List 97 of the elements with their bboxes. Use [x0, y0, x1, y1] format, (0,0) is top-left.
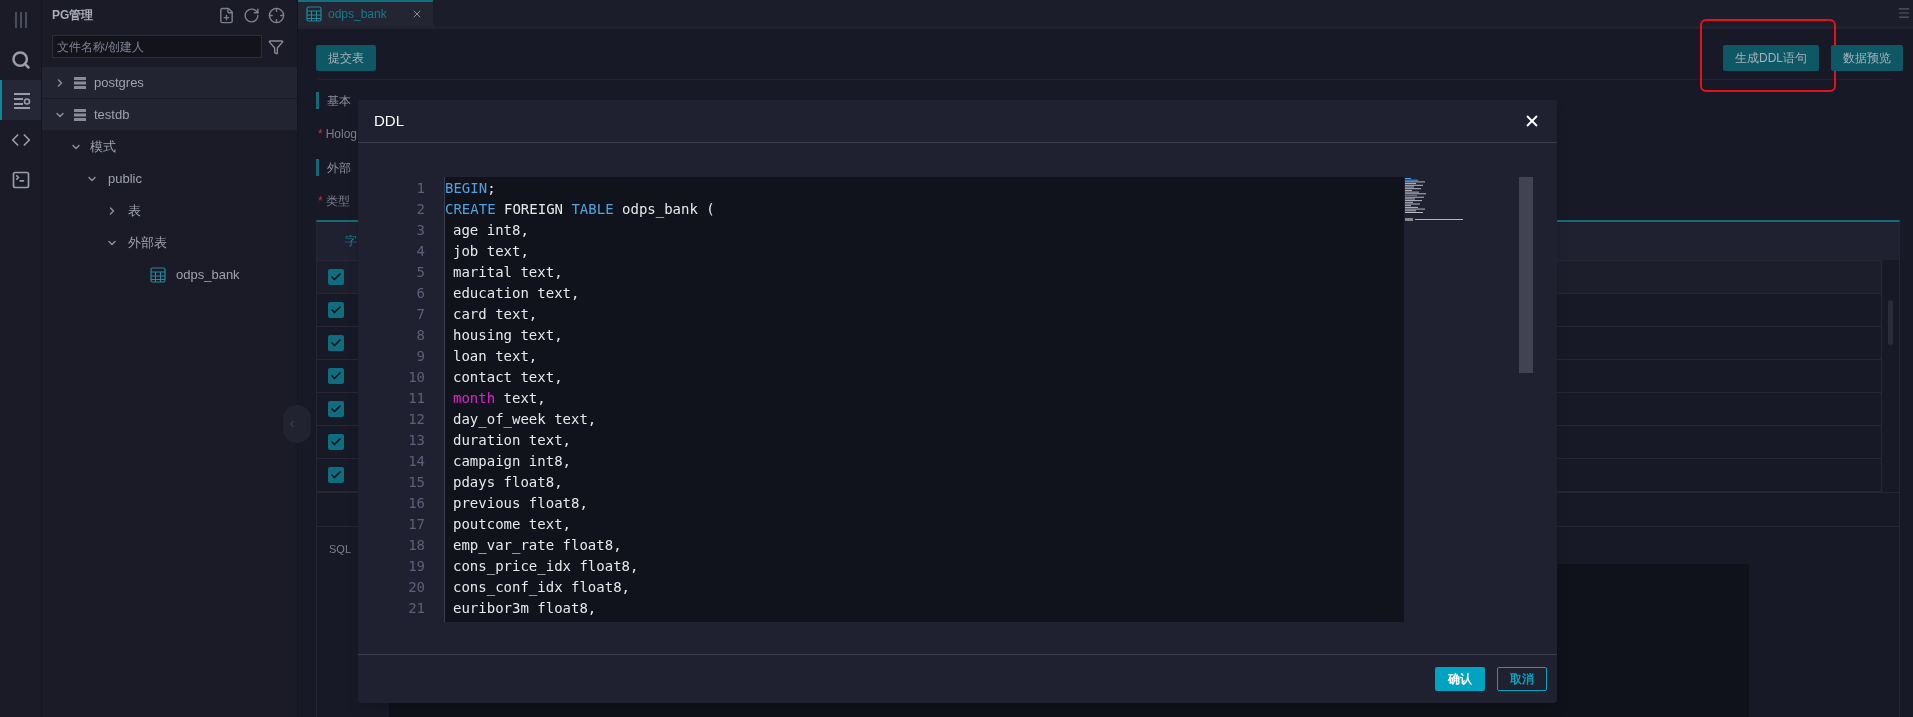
required-mark: *	[318, 126, 323, 143]
check-icon	[330, 370, 342, 382]
section-marker	[316, 92, 319, 109]
line-number: 17	[408, 515, 425, 534]
line-number: 1	[416, 179, 425, 198]
code-line: poutcome text,	[453, 515, 571, 534]
activity-item[interactable]	[0, 80, 41, 120]
refresh-icon[interactable]	[243, 6, 260, 24]
check-icon	[330, 469, 342, 481]
line-number: 18	[408, 536, 425, 555]
section-title: 外部	[327, 159, 351, 177]
code-line: month text,	[453, 389, 546, 408]
check-icon	[330, 271, 342, 283]
checkbox[interactable]	[328, 368, 344, 384]
search-icon[interactable]	[10, 50, 31, 70]
check-icon	[330, 436, 342, 448]
code-line: pdays float8,	[453, 473, 563, 492]
line-number: 16	[408, 494, 425, 513]
tree-item[interactable]: testdb	[42, 99, 297, 131]
code-line: euribor3m float8,	[453, 599, 597, 618]
line-number: 12	[408, 410, 425, 429]
table-tab[interactable]: 字	[345, 232, 357, 250]
line-number: 6	[416, 284, 425, 303]
line-number: 11	[408, 389, 425, 408]
toolbar-button[interactable]: 生成DDL语句	[1723, 45, 1819, 71]
checkbox[interactable]	[328, 401, 344, 417]
line-number: 8	[416, 326, 425, 345]
terminal-icon[interactable]	[10, 170, 31, 190]
tree-item[interactable]: postgres	[42, 67, 297, 99]
checkbox[interactable]	[328, 269, 344, 285]
line-number: 4	[416, 242, 425, 261]
code-line: duration text,	[453, 431, 571, 450]
checkbox[interactable]	[328, 467, 344, 483]
collapse-handle[interactable]	[283, 405, 311, 443]
line-number: 14	[408, 452, 425, 471]
code-line: cons_conf_idx float8,	[453, 578, 630, 598]
code-line: job text,	[453, 242, 529, 261]
line-number: 9	[416, 347, 425, 366]
code-line: marital text,	[453, 263, 563, 282]
filter-icon[interactable]	[268, 38, 284, 55]
checkbox[interactable]	[328, 302, 344, 318]
database-icon	[74, 108, 86, 121]
crosshair-icon[interactable]	[268, 6, 285, 24]
cancel-button[interactable]: 取消	[1497, 667, 1547, 691]
line-number: 7	[416, 305, 425, 324]
code-line: card text,	[453, 305, 538, 324]
code-line: loan text,	[453, 347, 538, 366]
line-number: 19	[408, 557, 425, 576]
tree-item[interactable]: 表	[42, 195, 297, 227]
code-line: contact text,	[453, 368, 563, 387]
list-icon[interactable]	[11, 90, 32, 110]
checkbox[interactable]	[328, 434, 344, 450]
minimap-drawing	[1405, 178, 1465, 222]
tree-item[interactable]: 外部表	[42, 227, 297, 259]
code-line: day_of_week text,	[453, 410, 597, 430]
table-icon	[150, 267, 166, 283]
check-icon	[330, 337, 342, 349]
field-label: 类型	[325, 193, 350, 210]
sidebar-title: PG管理	[52, 7, 94, 24]
tree-item[interactable]: public	[42, 163, 297, 195]
line-number: 20	[408, 578, 425, 597]
section-label: SQL	[329, 542, 351, 557]
check-icon	[330, 403, 342, 415]
new-file-icon[interactable]	[218, 6, 235, 24]
line-number: 5	[416, 263, 425, 282]
line-number: 15	[408, 473, 425, 492]
tree-item[interactable]: 模式	[42, 131, 297, 163]
editor-tab[interactable]: odps_bank	[298, 0, 433, 26]
checkbox[interactable]	[328, 335, 344, 351]
line-number: 3	[416, 221, 425, 240]
code-line: CREATE FOREIGN TABLE odps_bank (	[445, 200, 715, 220]
toolbar-button[interactable]: 数据预览	[1831, 45, 1903, 71]
code-line: education text,	[453, 284, 580, 303]
code-line: previous float8,	[453, 494, 588, 513]
chevron-left-icon	[287, 419, 297, 429]
line-number: 21	[408, 599, 425, 618]
code-line: cons_price_idx float8,	[453, 557, 639, 577]
table-icon	[306, 6, 322, 22]
search-field[interactable]: 文件名称/创建人	[52, 35, 262, 58]
line-number: 2	[416, 200, 425, 219]
line-number: 13	[408, 431, 425, 450]
section-marker	[316, 159, 319, 176]
line-number: 10	[408, 368, 425, 387]
section-title: 基本	[327, 92, 351, 110]
toolbar-button[interactable]: 提交表	[316, 45, 376, 71]
field-label: Holog	[325, 126, 358, 143]
required-mark: *	[318, 193, 323, 210]
code-line: BEGIN;	[445, 179, 496, 198]
code-line: age int8,	[453, 221, 529, 240]
dialog-title: DDL	[374, 110, 404, 131]
code-line: campaign int8,	[453, 452, 571, 471]
tree-item[interactable]: odps_bank	[42, 259, 297, 291]
code-line: emp_var_rate float8,	[453, 536, 622, 556]
check-icon	[330, 304, 342, 316]
code-line: housing text,	[453, 326, 563, 345]
database-icon	[74, 76, 86, 89]
scrollbar-thumb[interactable]	[1519, 177, 1533, 373]
